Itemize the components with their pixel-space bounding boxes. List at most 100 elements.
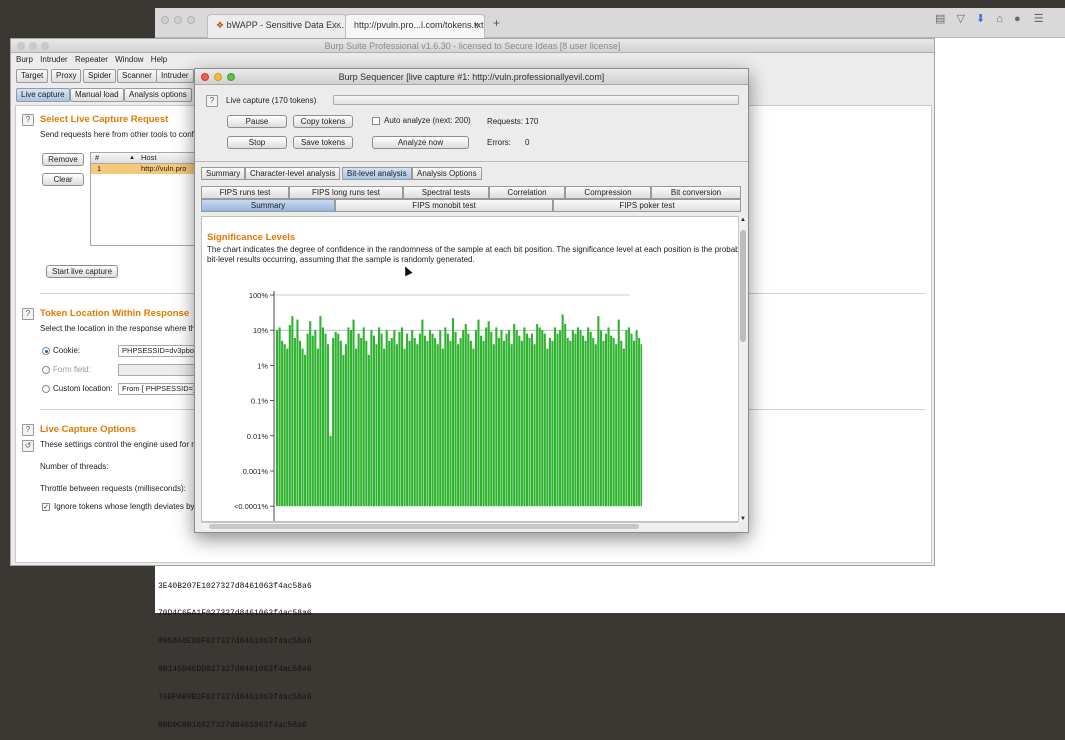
column-host-header[interactable]: Host — [141, 153, 156, 163]
bit-significance-bar — [388, 340, 391, 507]
vertical-scroll-thumb[interactable] — [740, 230, 746, 342]
tab-close-icon[interactable]: × — [336, 20, 341, 30]
tab-correlation[interactable]: Correlation — [489, 186, 565, 199]
sequencer-minimize-button[interactable] — [214, 73, 222, 81]
tab-scanner[interactable]: Scanner — [117, 69, 157, 83]
help-icon[interactable]: ? — [22, 308, 34, 320]
cookie-select[interactable]: PHPSESSID=dv3pboa — [118, 345, 198, 357]
tab-manual-load[interactable]: Manual load — [70, 88, 124, 102]
tab-bit-conversion[interactable]: Bit conversion — [651, 186, 741, 199]
browser-tab-tokens[interactable]: http://pvuln.pro...l.com/tokens.txt × — [345, 14, 485, 38]
form-field-select[interactable] — [118, 364, 198, 376]
save-tokens-button[interactable]: Save tokens — [293, 136, 353, 149]
tab-character-level-analysis[interactable]: Character-level analysis — [245, 167, 341, 180]
bit-significance-bar — [615, 344, 618, 507]
bit-significance-bar — [380, 333, 383, 507]
vertical-scrollbar[interactable]: ▲ ▼ — [738, 216, 747, 522]
form-field-radio[interactable] — [42, 366, 50, 374]
home-icon[interactable]: ⌂ — [996, 13, 1003, 25]
scroll-down-icon[interactable]: ▼ — [740, 516, 746, 522]
bit-significance-bar — [395, 344, 398, 507]
tab-analysis-options[interactable]: Analysis Options — [412, 167, 482, 180]
browser-tab-bwapp[interactable]: ❖ bWAPP - Sensitive Data Ex... × — [207, 14, 347, 38]
bit-significance-bar — [617, 319, 620, 507]
bit-significance-bar — [283, 344, 286, 507]
bit-significance-bar — [592, 338, 595, 507]
browser-minimize-button[interactable] — [174, 16, 182, 24]
tab-analysis-options[interactable]: Analysis options — [124, 88, 192, 102]
menu-repeater[interactable]: Repeater — [75, 55, 108, 64]
custom-location-radio[interactable] — [42, 385, 50, 393]
bit-significance-bar — [505, 333, 508, 507]
bit-significance-bar — [400, 327, 404, 507]
pocket-icon[interactable]: ▽ — [956, 13, 964, 25]
tab-fips-long-runs-test[interactable]: FIPS long runs test — [289, 186, 403, 199]
column-num-header[interactable]: # — [95, 153, 99, 163]
tab-close-icon[interactable]: × — [474, 20, 479, 30]
bit-significance-bar — [349, 330, 353, 507]
menu-intruder[interactable]: Intruder — [40, 55, 68, 64]
burp-window-title: Burp Suite Professional v1.6.30 - licens… — [324, 41, 621, 51]
menu-icon[interactable]: ☰ — [1034, 13, 1044, 25]
bit-significance-bar — [327, 344, 330, 507]
tab-summary[interactable]: Summary — [201, 167, 246, 180]
help-icon[interactable]: ? — [22, 424, 34, 436]
bit-significance-bar — [332, 338, 335, 507]
scroll-up-icon[interactable]: ▲ — [740, 217, 746, 223]
bit-significance-bar — [288, 325, 291, 507]
tab-target[interactable]: Target — [16, 69, 49, 83]
bit-significance-bar — [413, 338, 416, 507]
tab-fips-monobit-test[interactable]: FIPS monobit test — [335, 199, 553, 212]
browser-tab-label: http://pvuln.pro...l.com/tokens.txt — [354, 20, 484, 30]
browser-zoom-button[interactable] — [187, 16, 195, 24]
cookie-radio[interactable] — [42, 347, 50, 355]
tab-bit-level-analysis[interactable]: Bit-level analysis — [342, 167, 412, 180]
sequencer-close-button[interactable] — [201, 73, 209, 81]
stop-button[interactable]: Stop — [227, 136, 287, 149]
download-icon[interactable]: ⬇ — [976, 13, 985, 25]
start-live-capture-button[interactable]: Start live capture — [46, 265, 118, 278]
capture-status: Live capture (170 tokens) — [226, 96, 317, 105]
browser-close-button[interactable] — [161, 16, 169, 24]
custom-location-field[interactable]: From [ PHPSESSID=] to — [118, 383, 198, 395]
analyze-now-button[interactable]: Analyze now — [372, 136, 469, 149]
tab-proxy[interactable]: Proxy — [51, 69, 82, 83]
chat-icon[interactable]: ● — [1014, 13, 1021, 25]
tab-compression[interactable]: Compression — [565, 186, 651, 199]
bit-significance-bar — [365, 340, 368, 507]
table-row[interactable]: 1 http://vuln.pro — [91, 164, 209, 174]
burp-zoom-button[interactable] — [41, 42, 49, 50]
bit-significance-bar — [276, 330, 279, 507]
clear-button[interactable]: Clear — [42, 173, 84, 186]
burp-minimize-button[interactable] — [29, 42, 37, 50]
menu-window[interactable]: Window — [115, 55, 143, 64]
remove-button[interactable]: Remove — [42, 153, 84, 166]
tab-live-capture[interactable]: Live capture — [16, 88, 70, 102]
bit-significance-bar — [576, 327, 579, 507]
bit-significance-bar — [477, 319, 480, 507]
tab-fips-runs-test[interactable]: FIPS runs test — [201, 186, 289, 199]
pause-button[interactable]: Pause — [227, 115, 287, 128]
bit-significance-bar — [329, 435, 332, 507]
help-icon[interactable]: ? — [206, 95, 218, 107]
copy-tokens-button[interactable]: Copy tokens — [293, 115, 353, 128]
tab-intruder[interactable]: Intruder — [156, 69, 194, 83]
reading-list-icon[interactable]: ▤ — [935, 13, 945, 25]
menu-burp[interactable]: Burp — [16, 55, 33, 64]
ignore-tokens-checkbox[interactable]: ✓ — [42, 503, 50, 511]
tab-spectral-tests[interactable]: Spectral tests — [403, 186, 489, 199]
bit-significance-bar — [334, 331, 337, 507]
auto-analyze-checkbox[interactable] — [372, 117, 380, 125]
horizontal-scroll-thumb[interactable] — [209, 524, 639, 529]
restore-defaults-icon[interactable]: ↺ — [22, 440, 34, 452]
bit-significance-bar — [319, 316, 322, 507]
sequencer-zoom-button[interactable] — [227, 73, 235, 81]
horizontal-scrollbar[interactable] — [201, 522, 738, 530]
tab-spider[interactable]: Spider — [83, 69, 117, 83]
help-icon[interactable]: ? — [22, 114, 34, 126]
menu-help[interactable]: Help — [151, 55, 167, 64]
burp-close-button[interactable] — [17, 42, 25, 50]
tab-fips-poker-test[interactable]: FIPS poker test — [553, 199, 741, 212]
tab-bit-summary[interactable]: Summary — [201, 199, 335, 212]
new-tab-button[interactable]: + — [493, 16, 500, 30]
